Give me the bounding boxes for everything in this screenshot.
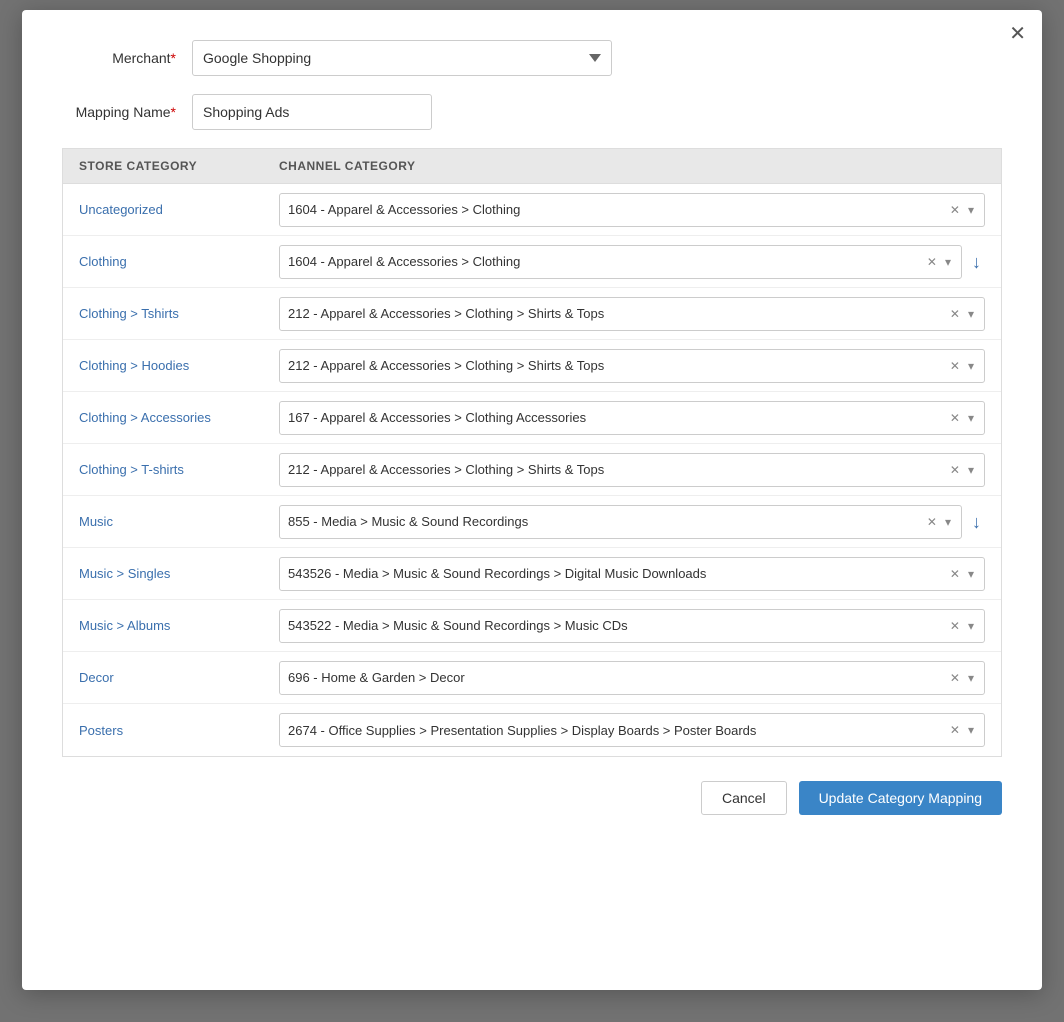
- channel-select-box[interactable]: 212 - Apparel & Accessories > Clothing >…: [279, 349, 985, 383]
- expand-subcategory-button[interactable]: ↓: [968, 513, 985, 531]
- dropdown-channel-button[interactable]: ▾: [943, 516, 953, 528]
- col-channel-header: CHANNEL CATEGORY: [279, 159, 985, 173]
- table-body: Uncategorized1604 - Apparel & Accessorie…: [62, 184, 1002, 757]
- expand-subcategory-button[interactable]: ↓: [968, 253, 985, 271]
- channel-select-text: 2674 - Office Supplies > Presentation Su…: [288, 723, 942, 738]
- channel-category-wrapper: 2674 - Office Supplies > Presentation Su…: [279, 713, 985, 747]
- table-row: Clothing1604 - Apparel & Accessories > C…: [63, 236, 1001, 288]
- update-category-mapping-button[interactable]: Update Category Mapping: [799, 781, 1002, 815]
- merchant-row: Merchant* Google Shopping: [62, 40, 1002, 76]
- close-button[interactable]: ✕: [1009, 24, 1026, 44]
- clear-channel-button[interactable]: ✕: [948, 464, 962, 476]
- mapping-name-input[interactable]: [192, 94, 432, 130]
- channel-select-box[interactable]: 1604 - Apparel & Accessories > Clothing ✕…: [279, 245, 962, 279]
- channel-category-wrapper: 855 - Media > Music & Sound Recordings ✕ ▾…: [279, 505, 985, 539]
- channel-category-wrapper: 212 - Apparel & Accessories > Clothing >…: [279, 453, 985, 487]
- channel-select-box[interactable]: 2674 - Office Supplies > Presentation Su…: [279, 713, 985, 747]
- dropdown-channel-button[interactable]: ▾: [966, 620, 976, 632]
- mapping-name-label: Mapping Name*: [62, 104, 192, 120]
- channel-select-box[interactable]: 212 - Apparel & Accessories > Clothing >…: [279, 453, 985, 487]
- mapping-name-row: Mapping Name*: [62, 94, 1002, 130]
- dropdown-channel-button[interactable]: ▾: [966, 412, 976, 424]
- store-category-cell: Clothing > Tshirts: [79, 306, 279, 321]
- store-category-cell: Music: [79, 514, 279, 529]
- store-category-cell: Music > Albums: [79, 618, 279, 633]
- merchant-select[interactable]: Google Shopping: [192, 40, 612, 76]
- store-category-cell: Clothing > Hoodies: [79, 358, 279, 373]
- channel-select-text: 167 - Apparel & Accessories > Clothing A…: [288, 410, 942, 425]
- channel-select-text: 696 - Home & Garden > Decor: [288, 670, 942, 685]
- table-row: Clothing > Tshirts 212 - Apparel & Access…: [63, 288, 1001, 340]
- clear-channel-button[interactable]: ✕: [948, 412, 962, 424]
- channel-select-text: 212 - Apparel & Accessories > Clothing >…: [288, 358, 942, 373]
- store-category-cell: Uncategorized: [79, 202, 279, 217]
- table-row: Clothing > Accessories 167 - Apparel & Ac…: [63, 392, 1001, 444]
- channel-select-text: 543526 - Media > Music & Sound Recording…: [288, 566, 942, 581]
- channel-category-wrapper: 696 - Home & Garden > Decor ✕ ▾: [279, 661, 985, 695]
- clear-channel-button[interactable]: ✕: [948, 204, 962, 216]
- clear-channel-button[interactable]: ✕: [948, 672, 962, 684]
- channel-select-text: 1604 - Apparel & Accessories > Clothing: [288, 202, 942, 217]
- channel-select-text: 212 - Apparel & Accessories > Clothing >…: [288, 462, 942, 477]
- table-row: Music855 - Media > Music & Sound Recordi…: [63, 496, 1001, 548]
- store-category-cell: Music > Singles: [79, 566, 279, 581]
- channel-select-text: 855 - Media > Music & Sound Recordings: [288, 514, 919, 529]
- store-category-cell: Clothing > T-shirts: [79, 462, 279, 477]
- table-row: Clothing > T-shirts 212 - Apparel & Acces…: [63, 444, 1001, 496]
- channel-select-box[interactable]: 543526 - Media > Music & Sound Recording…: [279, 557, 985, 591]
- channel-select-box[interactable]: 212 - Apparel & Accessories > Clothing >…: [279, 297, 985, 331]
- channel-select-box[interactable]: 1604 - Apparel & Accessories > Clothing ✕…: [279, 193, 985, 227]
- channel-category-wrapper: 212 - Apparel & Accessories > Clothing >…: [279, 297, 985, 331]
- channel-select-box[interactable]: 543522 - Media > Music & Sound Recording…: [279, 609, 985, 643]
- dropdown-channel-button[interactable]: ▾: [943, 256, 953, 268]
- table-row: Clothing > Hoodies 212 - Apparel & Access…: [63, 340, 1001, 392]
- table-row: Uncategorized1604 - Apparel & Accessorie…: [63, 184, 1001, 236]
- table-row: Music > Singles 543526 - Media > Music & …: [63, 548, 1001, 600]
- channel-select-box[interactable]: 167 - Apparel & Accessories > Clothing A…: [279, 401, 985, 435]
- dropdown-channel-button[interactable]: ▾: [966, 568, 976, 580]
- channel-category-wrapper: 212 - Apparel & Accessories > Clothing >…: [279, 349, 985, 383]
- clear-channel-button[interactable]: ✕: [948, 620, 962, 632]
- dropdown-channel-button[interactable]: ▾: [966, 308, 976, 320]
- clear-channel-button[interactable]: ✕: [925, 516, 939, 528]
- channel-category-wrapper: 1604 - Apparel & Accessories > Clothing ✕…: [279, 193, 985, 227]
- modal-overlay: ✕ Merchant* Google Shopping Mapping Name…: [0, 0, 1064, 1022]
- channel-category-wrapper: 167 - Apparel & Accessories > Clothing A…: [279, 401, 985, 435]
- table-row: Decor 696 - Home & Garden > Decor ✕ ▾: [63, 652, 1001, 704]
- dropdown-channel-button[interactable]: ▾: [966, 724, 976, 736]
- merchant-label: Merchant*: [62, 50, 192, 66]
- table-header: STORE CATEGORY CHANNEL CATEGORY: [62, 148, 1002, 184]
- dropdown-channel-button[interactable]: ▾: [966, 672, 976, 684]
- modal-container: ✕ Merchant* Google Shopping Mapping Name…: [22, 10, 1042, 990]
- clear-channel-button[interactable]: ✕: [948, 568, 962, 580]
- dropdown-channel-button[interactable]: ▾: [966, 360, 976, 372]
- channel-select-text: 212 - Apparel & Accessories > Clothing >…: [288, 306, 942, 321]
- channel-select-text: 1604 - Apparel & Accessories > Clothing: [288, 254, 919, 269]
- store-category-cell: Posters: [79, 723, 279, 738]
- store-category-cell: Clothing > Accessories: [79, 410, 279, 425]
- clear-channel-button[interactable]: ✕: [948, 360, 962, 372]
- dropdown-channel-button[interactable]: ▾: [966, 204, 976, 216]
- clear-channel-button[interactable]: ✕: [948, 308, 962, 320]
- channel-select-box[interactable]: 855 - Media > Music & Sound Recordings ✕ ▾: [279, 505, 962, 539]
- store-category-cell: Clothing: [79, 254, 279, 269]
- table-row: Music > Albums 543522 - Media > Music & S…: [63, 600, 1001, 652]
- channel-select-box[interactable]: 696 - Home & Garden > Decor ✕ ▾: [279, 661, 985, 695]
- dropdown-channel-button[interactable]: ▾: [966, 464, 976, 476]
- footer-buttons: Cancel Update Category Mapping: [62, 781, 1002, 815]
- clear-channel-button[interactable]: ✕: [948, 724, 962, 736]
- channel-category-wrapper: 1604 - Apparel & Accessories > Clothing ✕…: [279, 245, 985, 279]
- channel-category-wrapper: 543526 - Media > Music & Sound Recording…: [279, 557, 985, 591]
- clear-channel-button[interactable]: ✕: [925, 256, 939, 268]
- col-store-header: STORE CATEGORY: [79, 159, 279, 173]
- channel-select-text: 543522 - Media > Music & Sound Recording…: [288, 618, 942, 633]
- store-category-cell: Decor: [79, 670, 279, 685]
- cancel-button[interactable]: Cancel: [701, 781, 787, 815]
- channel-category-wrapper: 543522 - Media > Music & Sound Recording…: [279, 609, 985, 643]
- table-row: Posters 2674 - Office Supplies > Presenta…: [63, 704, 1001, 756]
